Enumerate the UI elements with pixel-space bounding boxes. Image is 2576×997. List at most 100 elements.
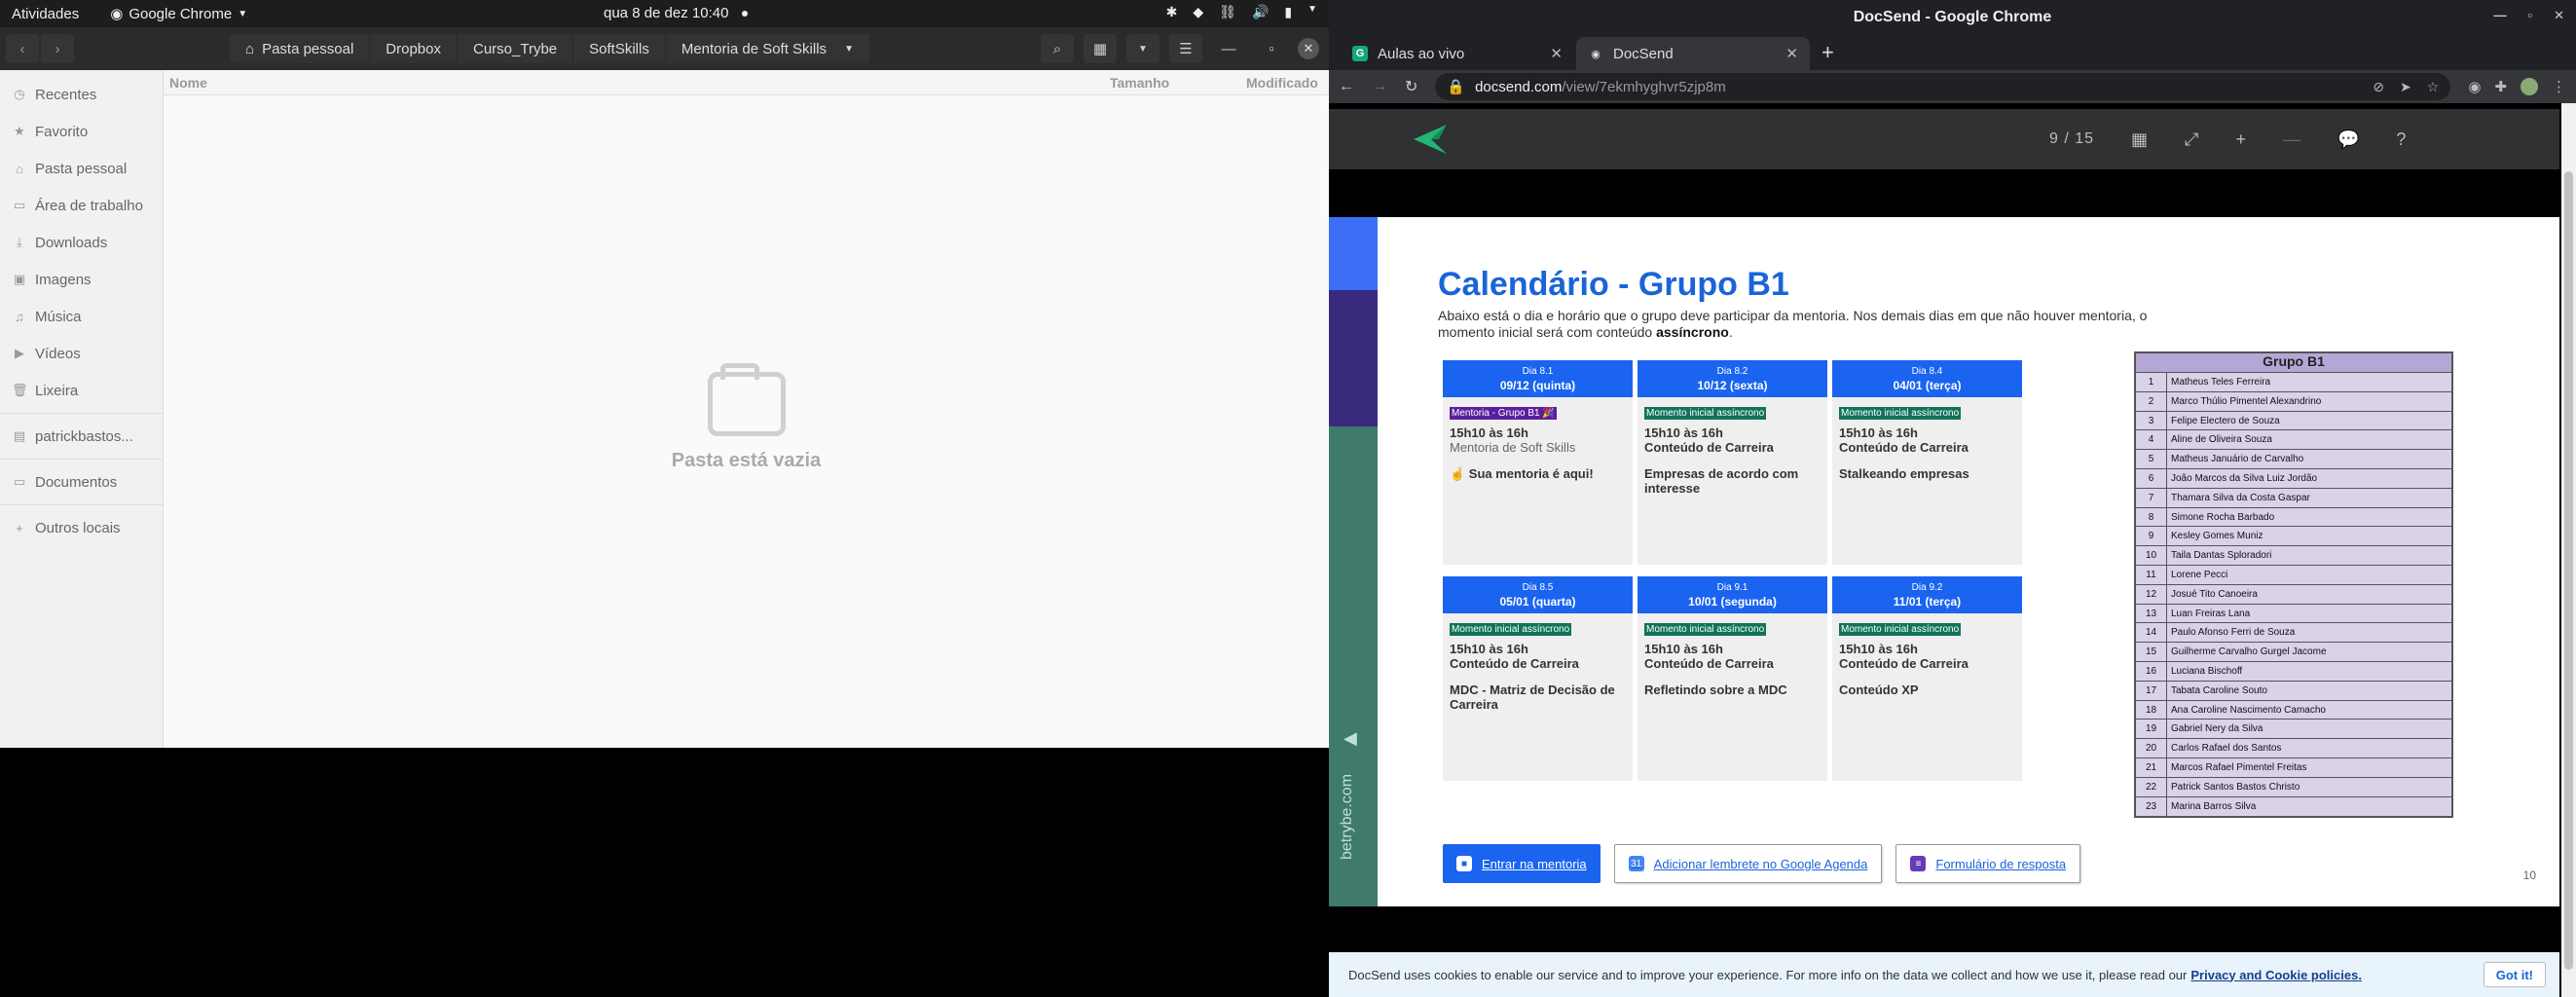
scrollbar[interactable] bbox=[2561, 103, 2576, 997]
sidebar-item-imagens[interactable]: ▣ Imagens bbox=[0, 261, 163, 298]
help-icon[interactable]: ? bbox=[2396, 129, 2406, 150]
address-bar[interactable]: 🔒 docsend.com/view/7ekmhyghvr5zjp8m ⊘ ➤ … bbox=[1435, 73, 2451, 100]
app-menu[interactable]: ◉ Google Chrome ▼ bbox=[110, 5, 247, 23]
scrollbar-thumb[interactable] bbox=[2564, 171, 2573, 970]
enter-mentoring-button[interactable]: ■ Entrar na mentoria bbox=[1443, 844, 1601, 883]
tab-aulas-ao-vivo[interactable]: G Aulas ao vivo ✕ bbox=[1341, 37, 1574, 70]
member-name: Patrick Santos Bastos Christo bbox=[2171, 781, 2300, 793]
forward-button[interactable]: › bbox=[41, 34, 74, 63]
add-calendar-button[interactable]: 31 Adicionar lembrete no Google Agenda bbox=[1613, 844, 1883, 883]
column-name[interactable]: Nome bbox=[169, 75, 207, 91]
back-button[interactable]: ‹ bbox=[6, 34, 39, 63]
view-grid-button[interactable]: ▦ bbox=[1084, 34, 1117, 63]
tracking-blocked-icon[interactable]: ⊘ bbox=[2373, 79, 2384, 95]
sidebar-item-label: Outros locais bbox=[35, 519, 121, 536]
sidebar-item-favorito[interactable]: ★ Favorito bbox=[0, 113, 163, 150]
close-tab-icon[interactable]: ✕ bbox=[1785, 45, 1798, 62]
video-camera-icon: ■ bbox=[1456, 856, 1472, 871]
day-tag: Momento inicial assíncrono bbox=[1644, 623, 1767, 636]
got-it-button[interactable]: Got it! bbox=[2483, 962, 2546, 987]
breadcrumb-home[interactable]: ⌂ Pasta pessoal bbox=[230, 34, 371, 63]
chevron-down-icon: ▼ bbox=[844, 43, 854, 55]
minimize-icon[interactable]: — bbox=[2493, 8, 2506, 23]
close-icon[interactable]: ✕ bbox=[2554, 8, 2564, 23]
breadcrumb-dropbox[interactable]: Dropbox bbox=[370, 34, 458, 63]
sidebar-item-downloads[interactable]: ⤓ Downloads bbox=[0, 224, 163, 261]
zoom-out-icon[interactable]: — bbox=[2283, 129, 2300, 150]
column-modified[interactable]: Modificado bbox=[1246, 75, 1318, 91]
column-size[interactable]: Tamanho bbox=[1110, 75, 1169, 91]
menu-button[interactable]: ☰ bbox=[1169, 34, 1202, 63]
member-number: 23 bbox=[2136, 796, 2167, 817]
forward-arrow-icon[interactable]: → bbox=[1372, 78, 1387, 95]
back-arrow-icon[interactable]: ← bbox=[1339, 78, 1354, 95]
table-row: 23 Marina Barros Silva bbox=[2136, 796, 2451, 817]
column-header: Nome Tamanho Modificado bbox=[164, 70, 1329, 95]
sidebar-item-lixeira[interactable]: 🗑 Lixeira bbox=[0, 372, 163, 409]
breadcrumb-mentoria[interactable]: Mentoria de Soft Skills ▼ bbox=[666, 34, 870, 63]
table-row: 2 Marco Thúlio Pimentel Alexandrino bbox=[2136, 391, 2451, 412]
day-tag: Momento inicial assíncrono bbox=[1644, 407, 1767, 420]
file-list-area[interactable]: Nome Tamanho Modificado Pasta está vazia bbox=[164, 70, 1329, 748]
system-tray[interactable]: ✱ ◆ ⛓ 🔊 ▮ ▼ bbox=[1166, 4, 1317, 20]
sidebar-item-documentos[interactable]: ▭ Documentos bbox=[0, 463, 163, 500]
breadcrumb-label: Mentoria de Soft Skills bbox=[681, 40, 828, 57]
table-row: 6 João Marcos da Silva Luiz Jordão bbox=[2136, 468, 2451, 489]
view-options-button[interactable]: ▼ bbox=[1126, 34, 1159, 63]
sidebar-item-outros-locais[interactable]: + Outros locais bbox=[0, 509, 163, 546]
table-row: 22 Patrick Santos Bastos Christo bbox=[2136, 777, 2451, 797]
response-form-button[interactable]: ≡ Formulário de resposta bbox=[1895, 844, 2081, 883]
avatar[interactable] bbox=[2521, 78, 2538, 95]
sidebar-item-label: Vídeos bbox=[35, 345, 81, 362]
sidebar-item-musica[interactable]: ♫ Música bbox=[0, 298, 163, 335]
maximize-button[interactable]: ▫ bbox=[1255, 34, 1288, 63]
table-row: 12 Josué Tito Canoeira bbox=[2136, 584, 2451, 605]
breadcrumb-curso-trybe[interactable]: Curso_Trybe bbox=[458, 34, 574, 63]
puzzle-icon[interactable]: ✚ bbox=[2494, 78, 2507, 95]
breadcrumb: ⌂ Pasta pessoal Dropbox Curso_Trybe SoftS… bbox=[230, 34, 870, 63]
zoom-in-icon[interactable]: + bbox=[2235, 129, 2246, 150]
extension-icon[interactable]: ◉ bbox=[2468, 78, 2481, 95]
restore-icon[interactable]: ▫ bbox=[2527, 8, 2532, 23]
sidebar-item-pasta-pessoal[interactable]: ⌂ Pasta pessoal bbox=[0, 150, 163, 187]
breadcrumb-softskills[interactable]: SoftSkills bbox=[573, 34, 666, 63]
chevron-down-icon[interactable]: ▼ bbox=[1307, 4, 1317, 20]
send-icon[interactable]: ➤ bbox=[2400, 79, 2411, 95]
video-icon: ▶ bbox=[15, 346, 24, 360]
bookmark-star-icon[interactable]: ☆ bbox=[2427, 79, 2440, 95]
member-name: Luciana Bischoff bbox=[2171, 665, 2243, 677]
close-tab-icon[interactable]: ✕ bbox=[1550, 45, 1563, 62]
tab-docsend[interactable]: ◉ DocSend ✕ bbox=[1576, 37, 1810, 70]
privacy-policy-link[interactable]: Privacy and Cookie policies. bbox=[2190, 968, 2362, 982]
kebab-menu-icon[interactable]: ⋮ bbox=[2552, 78, 2566, 95]
battery-icon[interactable]: ▮ bbox=[1284, 4, 1292, 20]
dropbox-icon[interactable]: ◆ bbox=[1193, 4, 1203, 20]
activities-button[interactable]: Atividades bbox=[12, 6, 79, 22]
clock-icon: ◷ bbox=[14, 87, 25, 101]
grid-view-icon[interactable]: ▦ bbox=[2131, 129, 2148, 150]
folder-icon: ▭ bbox=[13, 474, 26, 489]
sidebar-divider bbox=[0, 504, 163, 505]
clock[interactable]: qua 8 de dez 10:40 bbox=[604, 5, 749, 21]
sidebar-item-drive[interactable]: ▤ patrickbastos... bbox=[0, 418, 163, 455]
minimize-button[interactable]: — bbox=[1212, 34, 1245, 63]
member-name: Kesley Gomes Muniz bbox=[2171, 531, 2263, 542]
reload-icon[interactable]: ↻ bbox=[1405, 77, 1417, 96]
new-tab-button[interactable]: + bbox=[1822, 40, 1834, 65]
sidebar-item-area-de-trabalho[interactable]: ▭ Área de trabalho bbox=[0, 187, 163, 224]
sidebar-item-recentes[interactable]: ◷ Recentes bbox=[0, 76, 163, 113]
sidebar-item-videos[interactable]: ▶ Vídeos bbox=[0, 335, 163, 372]
network-icon[interactable]: ⛓ bbox=[1219, 4, 1236, 20]
day-card: Dia 8.2 10/12 (sexta) Momento inicial ass… bbox=[1638, 360, 1827, 565]
search-button[interactable]: ⌕ bbox=[1041, 34, 1074, 63]
slack-icon[interactable]: ✱ bbox=[1166, 4, 1178, 20]
fullscreen-icon[interactable]: ⤢ bbox=[2185, 129, 2198, 150]
docsend-logo-icon[interactable] bbox=[1412, 123, 1449, 161]
comment-icon[interactable]: 💬 bbox=[2337, 129, 2359, 150]
member-number: 11 bbox=[2136, 565, 2167, 584]
close-button[interactable]: ✕ bbox=[1298, 38, 1319, 59]
day-subtitle: Conteúdo de Carreira bbox=[1644, 440, 1774, 455]
volume-icon[interactable]: 🔊 bbox=[1252, 4, 1269, 20]
group-title: Grupo B1 bbox=[2136, 353, 2451, 373]
day-label: Dia 8.4 bbox=[1911, 366, 1943, 377]
